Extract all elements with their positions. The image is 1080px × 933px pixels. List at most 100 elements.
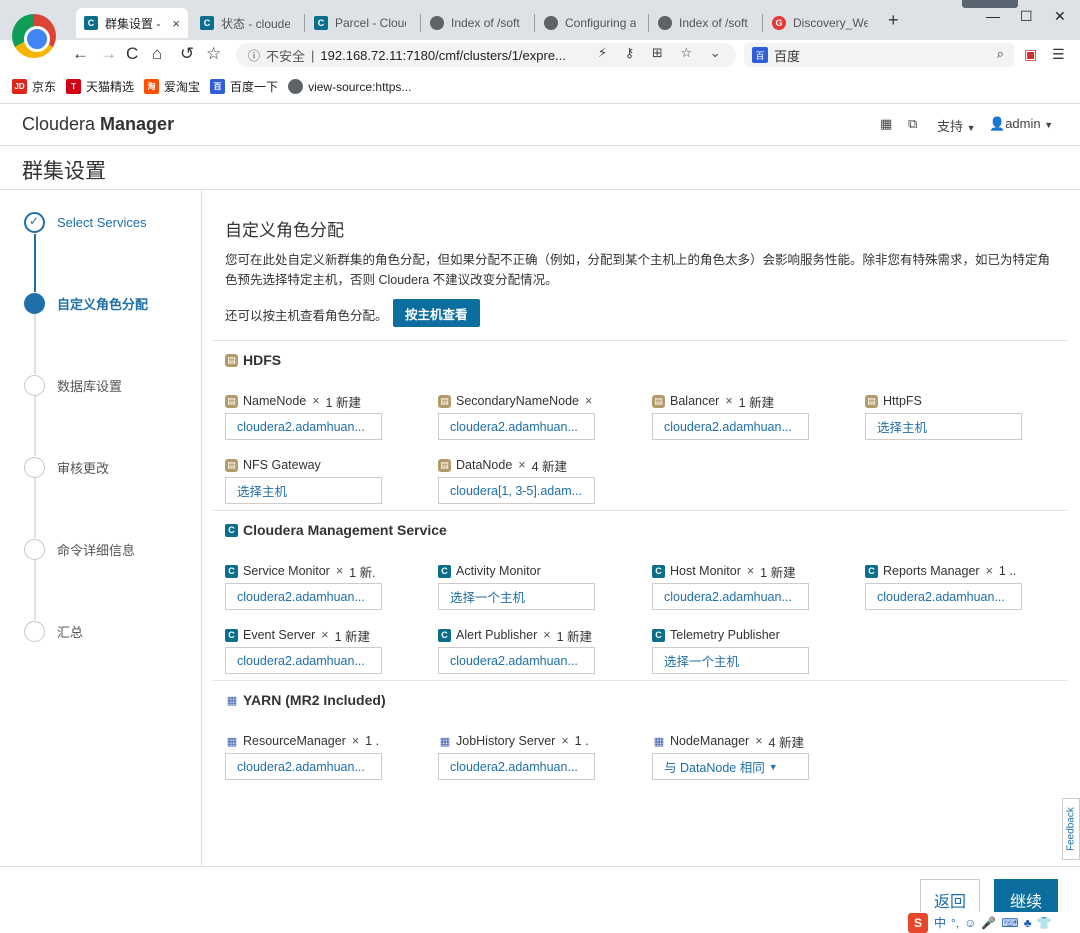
bookmark-baidu[interactable]: 百百度一下 bbox=[210, 78, 278, 95]
bookmark-tmall[interactable]: T 天猫精选 bbox=[66, 78, 134, 95]
tab-parcel[interactable]: C Parcel - Cloud bbox=[306, 8, 414, 38]
hdfs-icon: ▤ bbox=[225, 394, 238, 408]
view-by-host-button[interactable]: 按主机查看 bbox=[393, 299, 480, 327]
page-title: 群集设置 bbox=[22, 160, 106, 183]
close-window-icon[interactable]: ✕ bbox=[1054, 8, 1066, 25]
back-arrow-icon[interactable]: ← bbox=[72, 44, 89, 64]
bookmark-star-icon[interactable]: ☆ bbox=[206, 44, 221, 64]
info-icon[interactable]: ⓘ bbox=[248, 47, 260, 64]
bookmark-jd[interactable]: JD 京东 bbox=[12, 78, 56, 95]
tab-index-soft-2[interactable]: Index of /soft bbox=[650, 8, 760, 38]
yarn-icon: ▦ bbox=[439, 735, 450, 748]
host-selector[interactable]: cloudera2.adamhuan... bbox=[225, 583, 382, 610]
tab-cluster-setup[interactable]: C 群集设置 - × bbox=[76, 8, 188, 38]
cloudera-favicon-icon: C bbox=[200, 16, 214, 30]
cloudera-manager-logo[interactable]: Cloudera Manager bbox=[22, 114, 174, 135]
search-icon[interactable]: ⌕ bbox=[997, 46, 1004, 62]
role-reports-manager: C Reports Manager × 1 .. cloudera2.adamhuan… bbox=[865, 563, 1025, 610]
step-database-setup: 数据库设置 bbox=[24, 375, 122, 396]
parcel-icon[interactable]: ▦ bbox=[880, 116, 892, 132]
window-thumbnail bbox=[962, 0, 1018, 8]
host-selector[interactable]: 选择主机 bbox=[225, 477, 382, 504]
minimize-icon[interactable]: — bbox=[986, 8, 1000, 24]
host-selector[interactable]: 选择一个主机 bbox=[652, 647, 809, 674]
home-icon[interactable]: ⌂ bbox=[152, 44, 162, 64]
host-selector[interactable]: cloudera[1, 3-5].adam... bbox=[438, 477, 595, 504]
maximize-icon[interactable]: ☐ bbox=[1020, 8, 1033, 25]
user-menu[interactable]: 👤admin ▼ bbox=[989, 116, 1053, 132]
emoji-icon[interactable]: ☺ bbox=[964, 916, 976, 930]
new-tab-icon[interactable]: + bbox=[888, 10, 899, 31]
pending-step-icon bbox=[24, 375, 45, 396]
tab-discovery[interactable]: G Discovery_We bbox=[764, 8, 876, 38]
hdfs-icon: ▤ bbox=[225, 353, 238, 367]
skin-icon[interactable]: ♣ bbox=[1024, 916, 1032, 930]
tasks-icon[interactable]: ⧉ bbox=[908, 116, 917, 132]
keyboard-icon[interactable]: ⌨ bbox=[1001, 916, 1018, 930]
tab-status[interactable]: C 状态 - clouder bbox=[192, 8, 298, 38]
host-selector[interactable]: cloudera2.adamhuan... bbox=[652, 583, 809, 610]
reload-icon[interactable]: C bbox=[126, 44, 138, 64]
role-datanode: ▤ DataNode × 4 新建 cloudera[1, 3-5].adam... bbox=[438, 457, 598, 504]
host-selector[interactable]: 选择一个主机 bbox=[438, 583, 595, 610]
lightning-icon[interactable]: ⚡ bbox=[598, 45, 607, 60]
menu-icon[interactable]: ☰ bbox=[1052, 46, 1065, 63]
step-summary: 汇总 bbox=[24, 621, 83, 642]
cloudera-icon: C bbox=[225, 628, 238, 642]
cloudera-favicon-icon: C bbox=[84, 16, 98, 30]
caret-down-icon: ▼ bbox=[1044, 120, 1054, 130]
nodemanager-dropdown[interactable]: 与 DataNode 相同 ▼ bbox=[652, 753, 809, 780]
bookmark-aitaobao[interactable]: 淘爱淘宝 bbox=[144, 78, 200, 95]
feedback-tab[interactable]: Feedback bbox=[1062, 798, 1080, 860]
url-text[interactable]: 192.168.72.11:7180/cmf/clusters/1/expre.… bbox=[320, 48, 565, 63]
forward-arrow-icon[interactable]: → bbox=[100, 44, 117, 64]
pdf-icon[interactable]: ▣ bbox=[1024, 46, 1037, 63]
globe-icon bbox=[288, 79, 304, 94]
host-selector[interactable]: cloudera2.adamhuan... bbox=[438, 753, 595, 780]
step-select-services[interactable]: Select Services bbox=[24, 212, 147, 233]
step-connector bbox=[34, 478, 36, 538]
microphone-icon[interactable]: 🎤 bbox=[981, 916, 996, 930]
favorite-star-icon[interactable]: ☆ bbox=[680, 45, 692, 60]
globe-icon bbox=[430, 16, 444, 30]
role-alert-publisher: C Alert Publisher × 1 新建 cloudera2.adamhuan… bbox=[438, 627, 598, 674]
host-selector[interactable]: cloudera2.adamhuan... bbox=[225, 753, 382, 780]
cloudera-icon: C bbox=[438, 564, 451, 578]
cloudera-icon: C bbox=[652, 628, 665, 642]
close-tab-icon[interactable]: × bbox=[172, 16, 180, 31]
host-selector[interactable]: cloudera2.adamhuan... bbox=[225, 413, 382, 440]
host-selector[interactable]: cloudera2.adamhuan... bbox=[865, 583, 1022, 610]
punctuation-icon[interactable]: °, bbox=[951, 916, 959, 930]
globe-icon bbox=[658, 16, 672, 30]
bookmark-view-source[interactable]: view-source:https... bbox=[288, 79, 411, 94]
security-label: 不安全 bbox=[266, 48, 306, 64]
view-by-host-label: 还可以按主机查看角色分配。 bbox=[225, 309, 388, 323]
role-host-monitor: C Host Monitor × 1 新建 cloudera2.adamhuan... bbox=[652, 563, 812, 610]
chinese-mode-icon[interactable]: 中 bbox=[934, 914, 946, 931]
jd-icon: JD bbox=[12, 79, 27, 94]
role-resourcemanager: ▦ ResourceManager × 1 . cloudera2.adamhuan.… bbox=[225, 733, 385, 780]
host-selector[interactable]: cloudera2.adamhuan... bbox=[438, 647, 595, 674]
baidu-icon: 百 bbox=[752, 47, 768, 63]
sogou-icon[interactable]: S bbox=[908, 912, 928, 933]
chevron-down-icon[interactable]: ⌄ bbox=[710, 45, 721, 60]
translate-icon[interactable]: ⊞ bbox=[652, 45, 663, 60]
undo-close-icon[interactable]: ↺ bbox=[180, 44, 194, 64]
browser-tab-strip: C 群集设置 - × C 状态 - clouder C Parcel - Clo… bbox=[0, 0, 1080, 40]
check-circle-icon bbox=[24, 212, 45, 233]
host-selector[interactable]: cloudera2.adamhuan... bbox=[225, 647, 382, 674]
search-box[interactable]: 百 百度 ⌕ bbox=[744, 43, 1014, 67]
key-icon[interactable]: ⚷ bbox=[625, 45, 635, 60]
tab-configuring[interactable]: Configuring a bbox=[536, 8, 644, 38]
host-selector[interactable]: 选择主机 bbox=[865, 413, 1022, 440]
shirt-icon[interactable]: 👕 bbox=[1037, 916, 1052, 930]
service-title-hdfs: ▤ HDFS bbox=[225, 352, 281, 368]
tab-index-soft-1[interactable]: Index of /soft bbox=[422, 8, 532, 38]
host-selector[interactable]: cloudera2.adamhuan... bbox=[438, 413, 595, 440]
step-connector bbox=[34, 560, 36, 620]
tmall-icon: T bbox=[66, 79, 82, 94]
host-selector[interactable]: cloudera2.adamhuan... bbox=[652, 413, 809, 440]
support-menu[interactable]: 支持 ▼ bbox=[937, 116, 976, 135]
hdfs-icon: ▤ bbox=[438, 458, 451, 472]
service-hdfs: ▤ HDFS ▤ NameNode × 1 新建 cloudera2.adamhuan.… bbox=[213, 340, 1067, 510]
